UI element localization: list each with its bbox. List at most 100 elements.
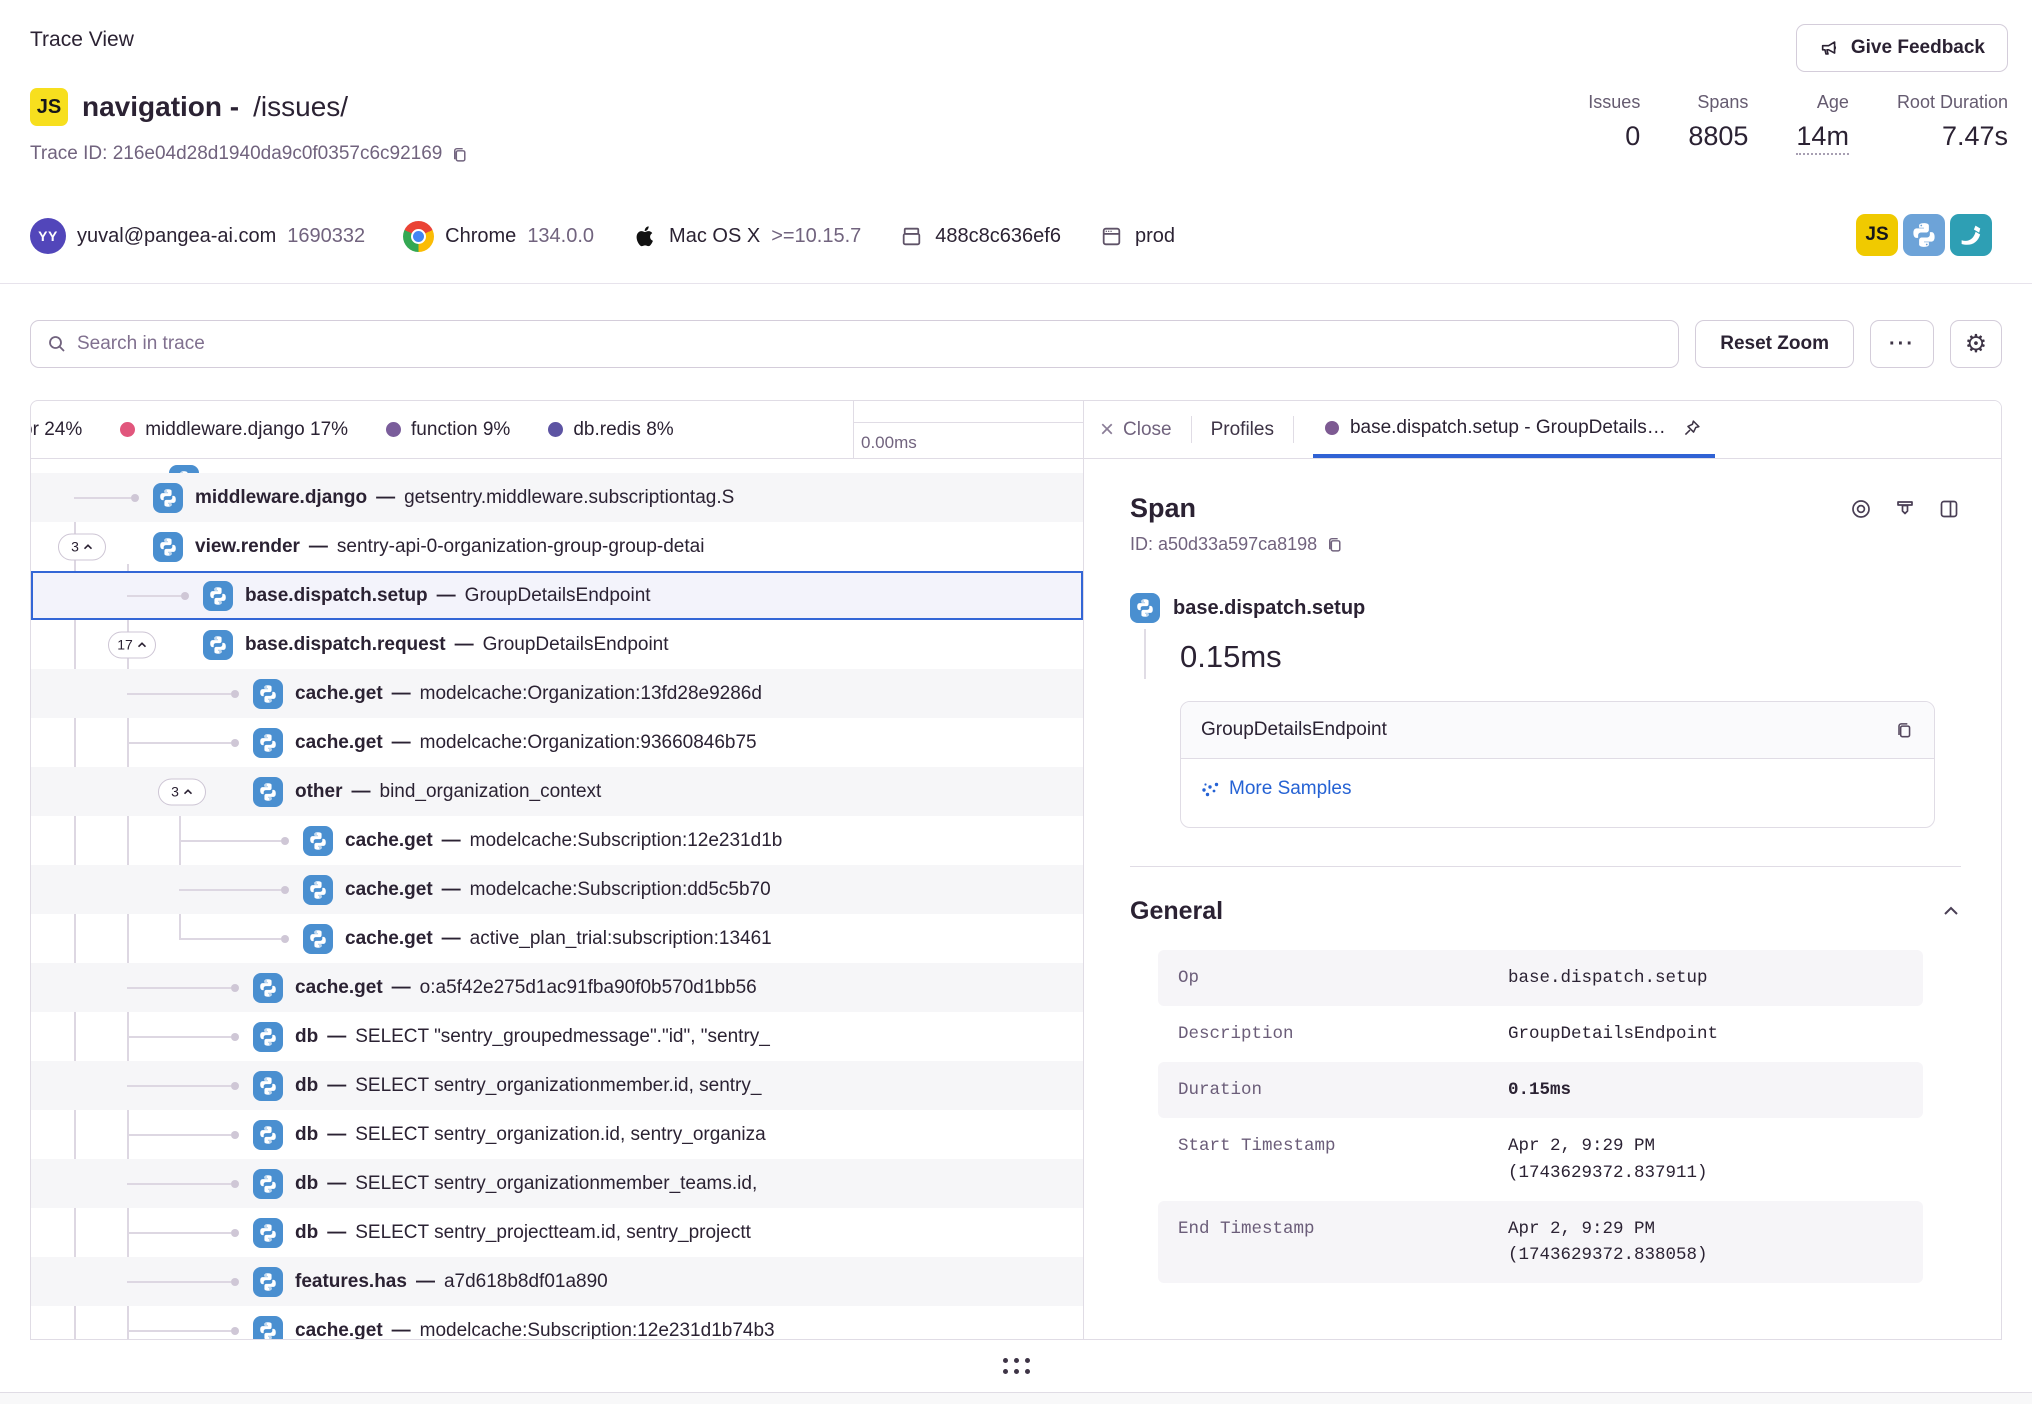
span-op: db (295, 1222, 318, 1243)
span-description: SELECT sentry_organization.id, sentry_or… (355, 1124, 766, 1145)
span-op: cache.get (295, 683, 383, 704)
tree-connector (127, 595, 181, 597)
span-row[interactable]: cache.get—o:a5f42e275d1ac91fba90f0b570d1… (31, 963, 1083, 1012)
expand-collapse-pill[interactable]: 3 (58, 533, 106, 560)
span-row-selected[interactable]: base.dispatch.setup—GroupDetailsEndpoint (31, 571, 1083, 620)
python-icon (253, 1120, 283, 1150)
tree-connector (74, 497, 131, 499)
give-feedback-button[interactable]: Give Feedback (1796, 24, 2008, 72)
resize-footer (0, 1340, 2032, 1393)
sample-endpoint: GroupDetailsEndpoint (1201, 719, 1387, 741)
span-row[interactable]: 17base.dispatch.request—GroupDetailsEndp… (31, 620, 1083, 669)
table-row: End Timestamp Apr 2, 9:29 PM(1743629372.… (1158, 1201, 1923, 1284)
chrome-icon (403, 221, 434, 252)
copy-icon[interactable] (1325, 535, 1344, 554)
stat-label: Spans (1688, 92, 1748, 113)
expand-collapse-pill[interactable]: 3 (158, 778, 206, 805)
span-description: o:a5f42e275d1ac91fba90f0b570d1bb56 (420, 977, 757, 998)
span-op: base.dispatch.request (245, 634, 446, 655)
expand-collapse-pill[interactable]: 17 (108, 631, 156, 658)
legend-item[interactable]: db.redis 8% (548, 419, 673, 441)
browser-meta[interactable]: Chrome 134.0.0 (403, 221, 594, 252)
span-op: middleware.django (195, 487, 367, 508)
tree-connector (179, 840, 281, 842)
search-input[interactable] (77, 333, 1662, 355)
copy-icon[interactable] (450, 145, 469, 164)
span-description: modelcache:Organization:93660846b75 (420, 732, 757, 753)
search-box[interactable] (30, 320, 1679, 368)
span-description: sentry-api-0-organization-group-group-de… (337, 536, 705, 557)
span-row[interactable]: cache.get—modelcache:Subscription:12e231… (31, 816, 1083, 865)
focus-target-icon[interactable] (1849, 497, 1873, 521)
span-row[interactable]: db—SELECT sentry_organizationmember_team… (31, 1159, 1083, 1208)
span-row[interactable]: middleware.django—getsentry.middleware.s… (31, 473, 1083, 522)
layout-split-icon[interactable] (1937, 497, 1961, 521)
legend-dot (120, 422, 135, 437)
span-description: GroupDetailsEndpoint (465, 585, 651, 606)
python-icon (253, 777, 283, 807)
tree-connector (127, 742, 231, 744)
table-row: Op base.dispatch.setup (1158, 950, 1923, 1006)
span-row[interactable]: features.has—a7d618b8df01a890 (31, 1257, 1083, 1306)
tab-span-active[interactable]: base.dispatch.setup - GroupDetails… (1313, 401, 1715, 458)
section-divider (1130, 866, 1961, 867)
span-op: cache.get (295, 1320, 383, 1340)
span-row[interactable]: db—SELECT "sentry_groupedmessage"."id", … (31, 1012, 1083, 1061)
span-row[interactable]: cache.get—modelcache:Organization:13fd28… (31, 669, 1083, 718)
legend-item[interactable]: or 24% (31, 419, 82, 441)
more-options-button[interactable]: ··· (1870, 320, 1934, 368)
span-row-truncated[interactable] (31, 459, 1083, 473)
python-icon (253, 1022, 283, 1052)
bottom-strip (0, 1393, 2032, 1404)
javascript-platform-badge: JS (30, 88, 68, 126)
tab-profiles[interactable]: Profiles (1211, 401, 1274, 458)
copy-icon[interactable] (1894, 720, 1914, 740)
span-description: modelcache:Subscription:12e231d1b74b3 (420, 1320, 775, 1340)
scatter-dots-icon (1201, 780, 1220, 799)
legend-item[interactable]: middleware.django 17% (120, 419, 348, 441)
trace-meta-row: YY yuval@pangea-ai.com 1690332 Chrome 13… (30, 212, 1175, 260)
span-row[interactable]: db—SELECT sentry_organization.id, sentry… (31, 1110, 1083, 1159)
drag-handle[interactable] (1003, 1358, 1030, 1374)
span-row[interactable]: 3other—bind_organization_context (31, 767, 1083, 816)
span-row[interactable]: cache.get—modelcache:Organization:936608… (31, 718, 1083, 767)
span-op: cache.get (345, 879, 433, 900)
legend-dot (386, 422, 401, 437)
span-row[interactable]: cache.get—modelcache:Subscription:dd5c5b… (31, 865, 1083, 914)
span-row[interactable]: db—SELECT sentry_organizationmember.id, … (31, 1061, 1083, 1110)
os-meta[interactable]: Mac OS X >=10.15.7 (632, 223, 861, 249)
python-icon (253, 1267, 283, 1297)
avatar: YY (30, 218, 66, 254)
span-duration: 0.15ms (1180, 639, 1282, 674)
stat-value: 7.47s (1897, 121, 2008, 152)
more-samples-link[interactable]: More Samples (1201, 778, 1352, 800)
span-op: cache.get (295, 732, 383, 753)
python-icon (1130, 593, 1160, 623)
device-icon (899, 224, 924, 249)
span-row[interactable]: cache.get—active_plan_trial:subscription… (31, 914, 1083, 963)
reset-zoom-button[interactable]: Reset Zoom (1695, 320, 1854, 368)
settings-gear-button[interactable]: ⚙ (1950, 320, 2002, 368)
table-row: Duration 0.15ms (1158, 1062, 1923, 1118)
stat-label: Root Duration (1897, 92, 2008, 113)
environment-meta[interactable]: prod (1099, 224, 1175, 249)
legend-item[interactable]: function 9% (386, 419, 510, 441)
tab-separator (1191, 416, 1192, 443)
megaphone-icon (1819, 37, 1841, 59)
span-description: modelcache:Subscription:dd5c5b70 (470, 879, 771, 900)
span-row[interactable]: db—SELECT sentry_projectteam.id, sentry_… (31, 1208, 1083, 1257)
tree-connector (179, 938, 281, 940)
device-meta[interactable]: 488c8c636ef6 (899, 224, 1061, 249)
close-detail-tab[interactable]: × Close (1100, 401, 1172, 458)
device-id: 488c8c636ef6 (935, 225, 1061, 248)
trace-id: Trace ID: 216e04d28d1940da9c0f0357c6c921… (30, 143, 442, 165)
span-id: ID: a50d33a597ca8198 (1130, 534, 1317, 555)
span-row[interactable]: cache.get—modelcache:Subscription:12e231… (31, 1306, 1083, 1339)
filter-funnel-icon[interactable] (1893, 497, 1917, 521)
trace-view-page: Trace View Give Feedback JS navigation -… (0, 0, 2032, 1404)
user-meta[interactable]: YY yuval@pangea-ai.com 1690332 (30, 218, 365, 254)
span-row[interactable]: 3view.render—sentry-api-0-organization-g… (31, 522, 1083, 571)
pin-tab-icon[interactable] (1681, 417, 1703, 439)
collapse-chevron-icon[interactable] (1941, 901, 1961, 921)
span-op-name: base.dispatch.setup (1173, 597, 1365, 620)
